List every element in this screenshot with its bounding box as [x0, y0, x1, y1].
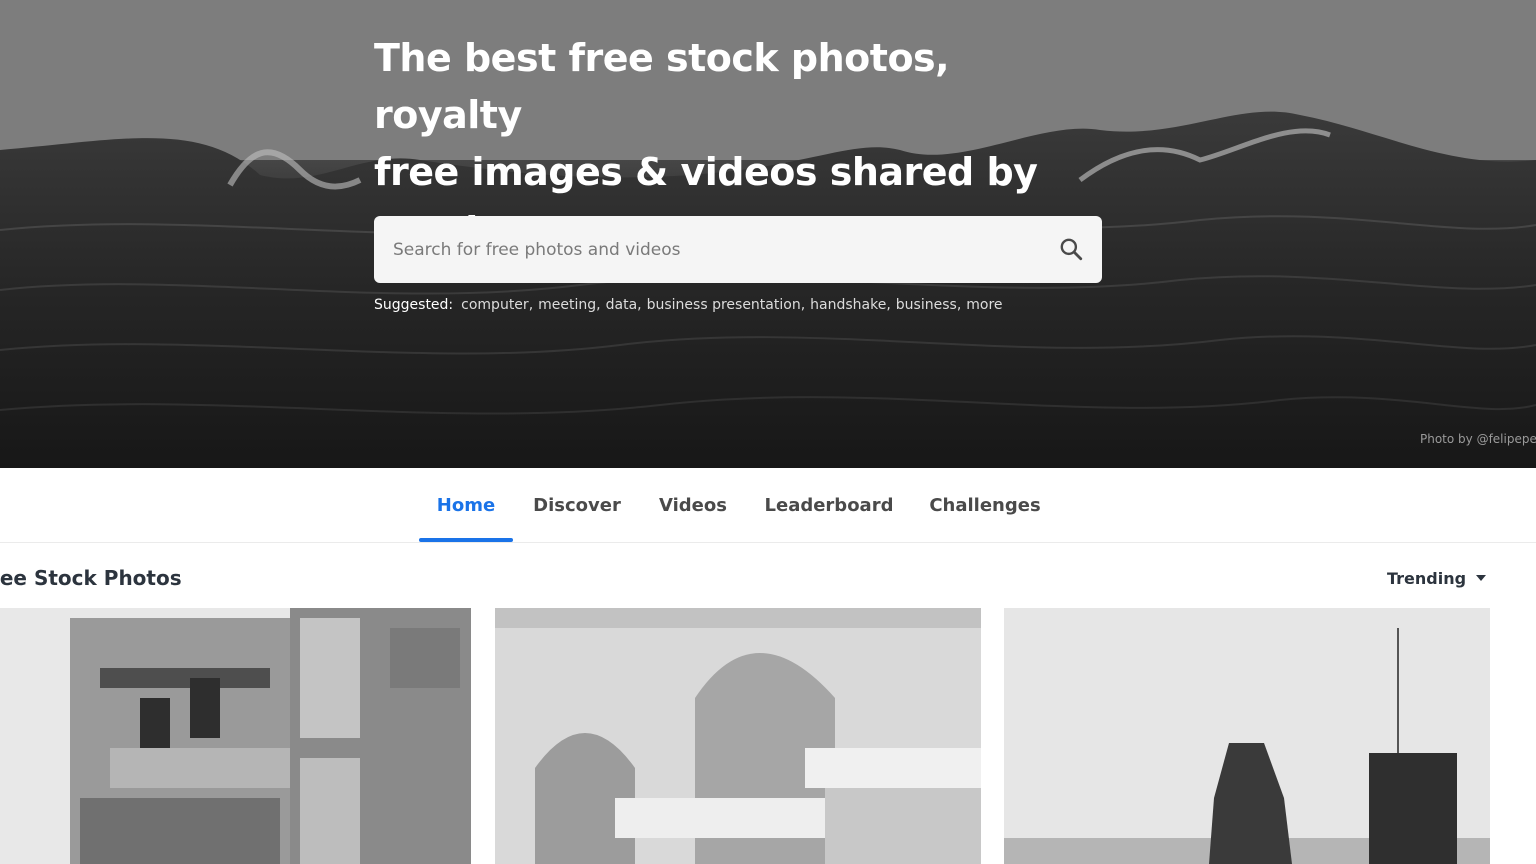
suggestion-link[interactable]: computer [461, 297, 529, 313]
suggestion-link[interactable]: business [896, 297, 957, 313]
main-tabs: Home Discover Videos Leaderboard Challen… [0, 468, 1536, 543]
suggestion-link[interactable]: data [606, 297, 638, 313]
city-skyline-image [1004, 608, 1490, 864]
suggestion-more-link[interactable]: more [966, 297, 1002, 313]
suggestion-link[interactable]: meeting [538, 297, 596, 313]
hero-banner: The best free stock photos, royalty free… [0, 0, 1536, 468]
hero-title-line: The best free stock photos, royalty [374, 36, 950, 137]
photo-tile-building[interactable] [0, 608, 471, 864]
suggestion-link[interactable]: handshake [810, 297, 886, 313]
photo-tile-arches[interactable] [495, 608, 981, 864]
photo-credit[interactable]: Photo by @felipepe [1420, 432, 1536, 446]
tab-discover[interactable]: Discover [526, 468, 628, 542]
section-title: ree Stock Photos [0, 566, 182, 590]
ornate-building-image [0, 608, 471, 864]
suggestion-link[interactable]: business presentation [647, 297, 801, 313]
search-icon[interactable] [1058, 236, 1084, 262]
hero-title-line: free images & videos shared by [374, 150, 1038, 194]
suggested-searches: Suggested: computer, meeting, data, busi… [374, 297, 1003, 313]
white-arches-image [495, 608, 981, 864]
tab-leaderboard[interactable]: Leaderboard [757, 468, 901, 542]
caret-down-icon [1476, 575, 1487, 581]
tab-challenges[interactable]: Challenges [921, 468, 1049, 542]
tab-videos[interactable]: Videos [650, 468, 736, 542]
tab-home[interactable]: Home [419, 468, 513, 542]
active-tab-indicator [419, 538, 513, 542]
search-bar [374, 216, 1102, 283]
sort-dropdown[interactable]: Trending [1387, 567, 1487, 589]
sort-label: Trending [1387, 568, 1467, 588]
search-input[interactable] [374, 216, 1044, 283]
photo-tile-skyline[interactable] [1004, 608, 1490, 864]
suggested-label: Suggested: [374, 297, 454, 313]
